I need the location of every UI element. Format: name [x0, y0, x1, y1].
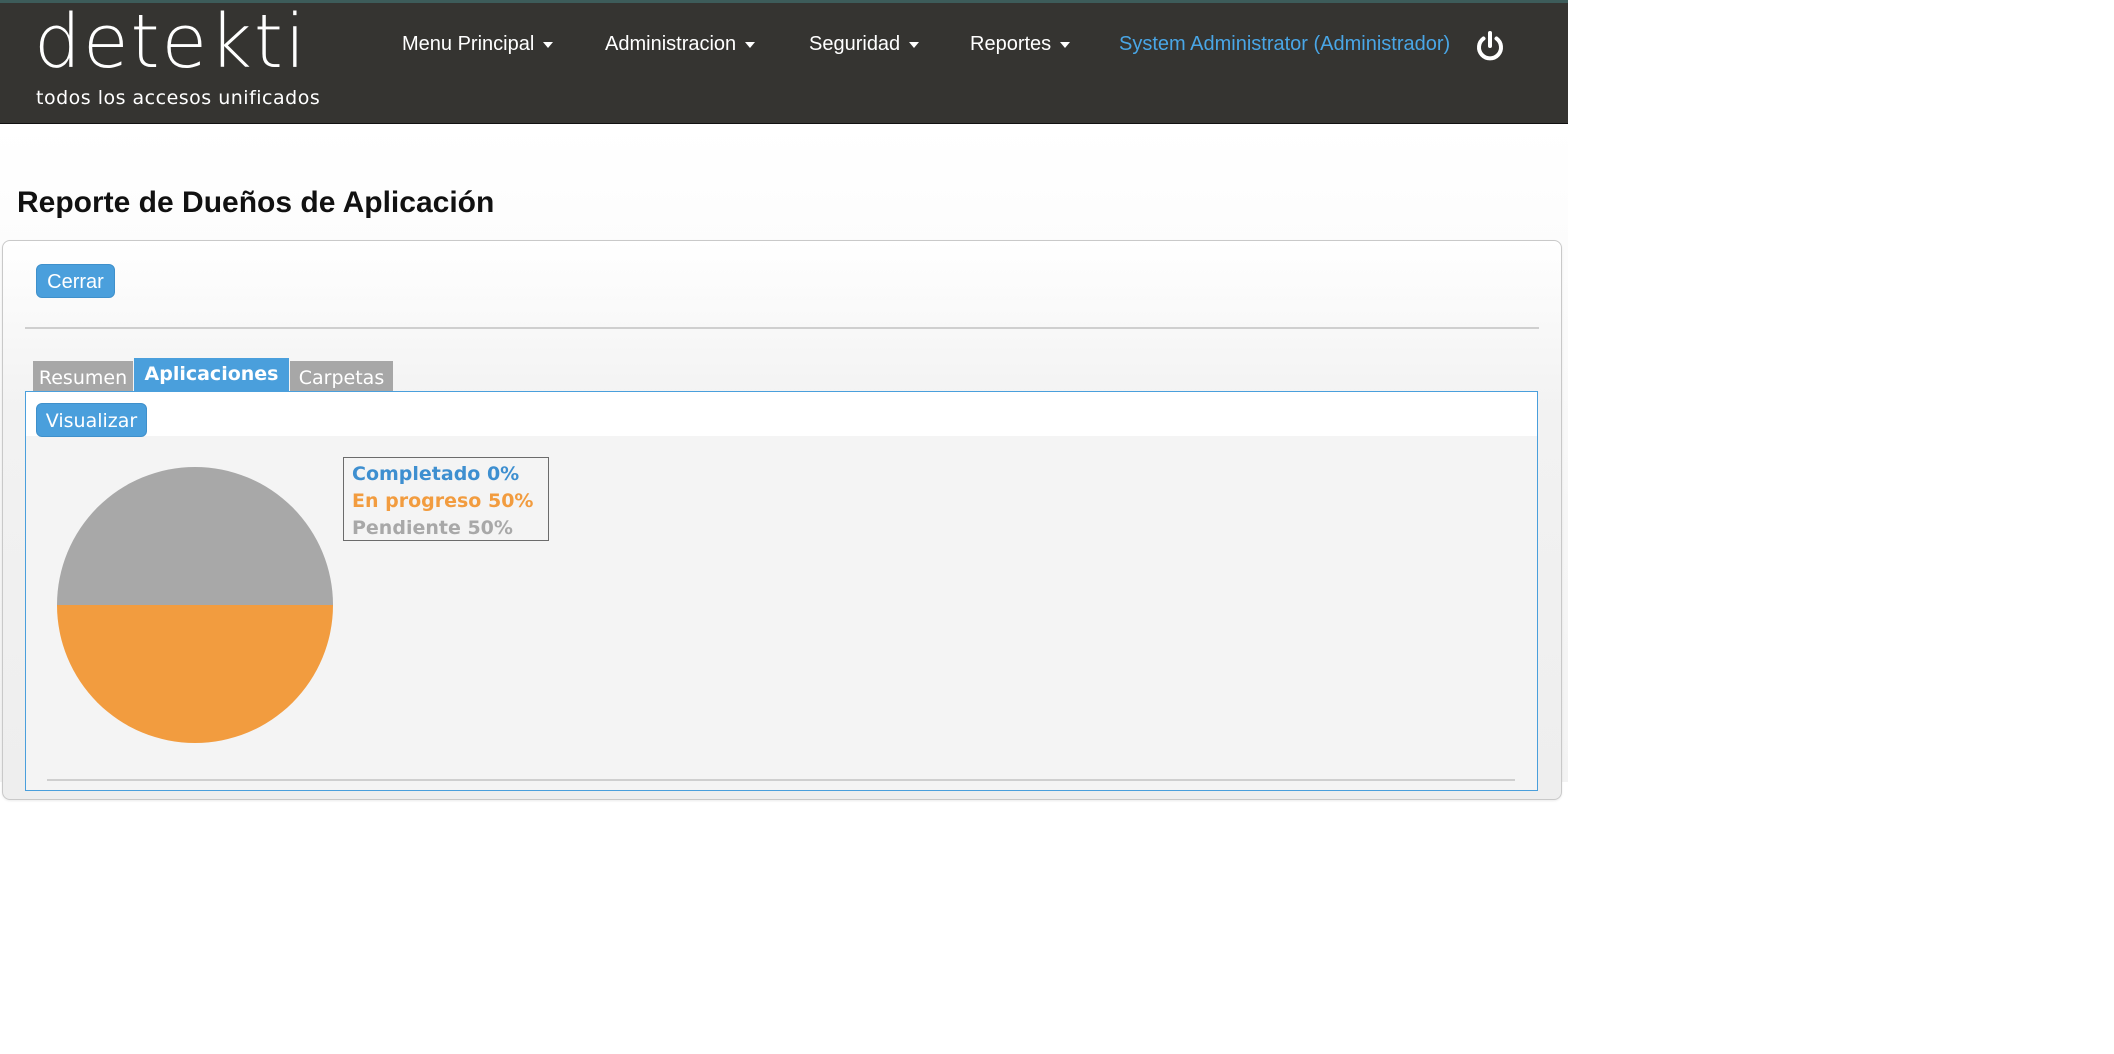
nav-menu-principal[interactable]: Menu Principal [402, 33, 554, 56]
tab-toolbar [26, 392, 1537, 436]
legend-item-en-progreso: En progreso 50% [352, 490, 534, 512]
top-navbar: detekti todos los accesos unificados Men… [0, 0, 1568, 124]
status-pie-chart [57, 467, 333, 743]
tab-resumen[interactable]: Resumen [33, 361, 133, 393]
user-menu-link[interactable]: System Administrator (Administrador) [1119, 33, 1450, 56]
close-button[interactable]: Cerrar [36, 264, 115, 298]
caret-down-icon [543, 41, 554, 48]
nav-administracion[interactable]: Administracion [605, 33, 756, 56]
tab-carpetas[interactable]: Carpetas [290, 361, 393, 393]
power-icon[interactable] [1473, 30, 1507, 64]
pie-slice-en-progreso [57, 605, 333, 743]
caret-down-icon [1060, 41, 1071, 48]
divider [25, 327, 1539, 329]
page-title: Reporte de Dueños de Aplicación [17, 186, 495, 219]
brand-name: detekti [34, 0, 308, 85]
nav-reportes[interactable]: Reportes [970, 33, 1071, 56]
pie-slice-pendiente [57, 467, 333, 605]
nav-item-label: Reportes [970, 33, 1052, 55]
divider [47, 779, 1515, 781]
chart-legend: Completado 0% En progreso 50% Pendiente … [343, 457, 549, 541]
legend-item-completado: Completado 0% [352, 463, 520, 485]
caret-down-icon [909, 41, 920, 48]
nav-item-label: Administracion [605, 33, 737, 55]
visualize-button[interactable]: Visualizar [36, 403, 147, 437]
caret-down-icon [745, 41, 756, 48]
tab-aplicaciones[interactable]: Aplicaciones [134, 358, 289, 392]
nav-seguridad[interactable]: Seguridad [809, 33, 920, 56]
nav-item-label: Menu Principal [402, 33, 535, 55]
nav-item-label: Seguridad [809, 33, 901, 55]
legend-item-pendiente: Pendiente 50% [352, 517, 513, 539]
brand-logo[interactable]: detekti todos los accesos unificados [34, 5, 364, 113]
brand-tagline: todos los accesos unificados [36, 87, 321, 109]
